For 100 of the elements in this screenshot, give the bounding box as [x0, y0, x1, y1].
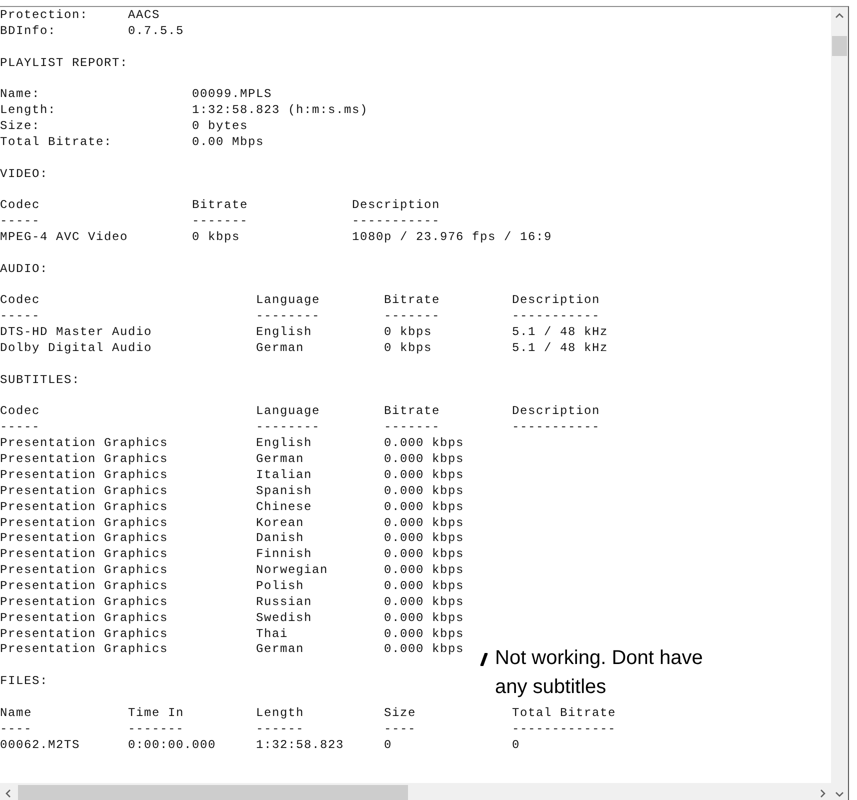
table-cell-text: Swedish — [256, 610, 314, 627]
column-header: Name — [0, 706, 34, 722]
table-cell-text: Italian — [256, 468, 314, 484]
table-cell-text: Spanish — [256, 484, 314, 500]
column-header: Codec — [0, 198, 42, 214]
column-rule: ---- — [0, 722, 34, 738]
table-cell-text: German — [256, 642, 306, 658]
column-header: Description — [512, 404, 600, 420]
field-label: Size: — [0, 119, 42, 135]
field-value: AACS — [128, 8, 160, 24]
field-value: 0 bytes — [192, 119, 248, 135]
table-cell-text: 00062.M2TS — [0, 738, 82, 754]
column-header: Total Bitrate — [512, 706, 616, 722]
table-cell-text: 0 kbps — [384, 325, 434, 342]
table-cell-text: Russian — [256, 594, 314, 611]
annotation-text: Not working. Dont have any subtitles — [495, 646, 704, 700]
scroll-right-icon[interactable] — [818, 788, 827, 798]
table-cell-text: 0 — [384, 738, 394, 754]
table-cell-text: Korean — [256, 516, 306, 532]
table-cell-text: 0.000 kbps — [384, 436, 466, 452]
column-rule: ----------- — [352, 214, 440, 230]
column-header: Language — [256, 404, 322, 420]
column-header: Bitrate — [192, 198, 250, 214]
column-rule: ----- — [0, 214, 42, 230]
column-rule: ----------- — [512, 420, 600, 436]
column-rule: ----- — [0, 309, 42, 326]
column-rule: ----------- — [512, 309, 600, 326]
field-value: 1:32:58.823 (h:m:s.ms) — [192, 103, 368, 120]
scroll-left-icon[interactable] — [4, 788, 13, 798]
field-value: 00099.MPLS — [192, 87, 272, 104]
column-header: Length — [256, 706, 306, 722]
table-cell-text: Dolby Digital Audio — [0, 341, 154, 357]
scrollbar-thumb[interactable] — [832, 36, 847, 56]
table-cell-text: 0.000 kbps — [384, 500, 466, 516]
field-label: BDInfo: — [0, 24, 58, 40]
table-cell-text: Finnish — [256, 547, 314, 564]
pen-stroke-icon — [480, 653, 488, 666]
field-label: Total Bitrate: — [0, 134, 114, 151]
table-cell-text: 1:32:58.823 — [256, 738, 346, 754]
table-cell-text: Presentation Graphics — [0, 531, 170, 548]
field-value: 0.7.5.5 — [128, 24, 184, 40]
scroll-up-icon[interactable] — [835, 11, 844, 20]
table-cell-text: Danish — [256, 531, 306, 548]
field-label: Protection: — [0, 8, 90, 24]
table-cell-text: 0 kbps — [192, 230, 242, 246]
table-cell-text: Presentation Graphics — [0, 484, 170, 500]
table-cell-text: Presentation Graphics — [0, 626, 170, 642]
table-cell-text: Presentation Graphics — [0, 642, 170, 658]
table-cell-text: 0.000 kbps — [384, 563, 466, 579]
table-cell-text: DTS-HD Master Audio — [0, 325, 154, 342]
table-cell-text: 0.000 kbps — [384, 484, 466, 500]
table-cell-text: Presentation Graphics — [0, 516, 170, 532]
column-rule: ------- — [128, 722, 186, 738]
column-rule: -------- — [256, 309, 322, 326]
table-cell-text: 0.000 kbps — [384, 516, 466, 532]
table-cell-text: German — [256, 341, 306, 357]
table-cell-text: Polish — [256, 578, 306, 595]
table-cell-text: Presentation Graphics — [0, 547, 170, 564]
table-cell-text: Presentation Graphics — [0, 578, 170, 595]
field-value: 0.00 Mbps — [192, 134, 264, 151]
column-header: Description — [352, 198, 440, 214]
scroll-down-icon[interactable] — [835, 790, 844, 799]
column-rule: ------ — [256, 722, 306, 738]
table-cell: 5.1 / 48 kHz — [512, 325, 608, 342]
table-cell-text: Presentation Graphics — [0, 610, 170, 627]
table-cell-text: Presentation Graphics — [0, 436, 170, 452]
column-header: Codec — [0, 293, 42, 310]
column-header: Language — [256, 293, 322, 310]
table-cell-text: 0.000 kbps — [384, 468, 466, 484]
column-header: Description — [512, 293, 600, 310]
table-cell-text: 0.000 kbps — [384, 452, 466, 468]
table-cell-text: English — [256, 436, 314, 452]
section-heading: VIDEO: — [0, 166, 48, 182]
table-cell-text: 0.000 kbps — [384, 626, 466, 642]
table-cell-text: 0.000 kbps — [384, 594, 466, 611]
table-cell: 5.1 / 48 kHz — [512, 341, 608, 357]
column-rule: ------- — [384, 420, 442, 436]
column-rule: -------- — [256, 420, 322, 436]
table-cell-text: 0.000 kbps — [384, 547, 466, 564]
table-cell-text: English — [256, 325, 314, 342]
column-rule: ---- — [384, 722, 418, 738]
section-heading: PLAYLIST REPORT: — [0, 56, 128, 72]
column-header: Bitrate — [384, 404, 442, 420]
table-cell-text: Presentation Graphics — [0, 594, 170, 611]
table-cell-text: 0.000 kbps — [384, 578, 466, 595]
column-rule: ------- — [192, 214, 250, 230]
column-header: Bitrate — [384, 293, 442, 310]
field-label: Name: — [0, 87, 42, 104]
column-rule: ------- — [384, 309, 442, 326]
table-cell-text: Thai — [256, 626, 290, 642]
column-rule: ----- — [0, 420, 42, 436]
table-cell-text: Presentation Graphics — [0, 468, 170, 484]
table-cell-text: Presentation Graphics — [0, 500, 170, 516]
table-cell-text: 0 kbps — [384, 341, 434, 357]
table-cell-text: Norwegian — [256, 563, 330, 579]
scrollbar-thumb[interactable] — [18, 785, 408, 800]
column-header: Size — [384, 706, 418, 722]
column-header: Time In — [128, 706, 186, 722]
column-header: Codec — [0, 404, 42, 420]
field-label: Length: — [0, 103, 58, 120]
